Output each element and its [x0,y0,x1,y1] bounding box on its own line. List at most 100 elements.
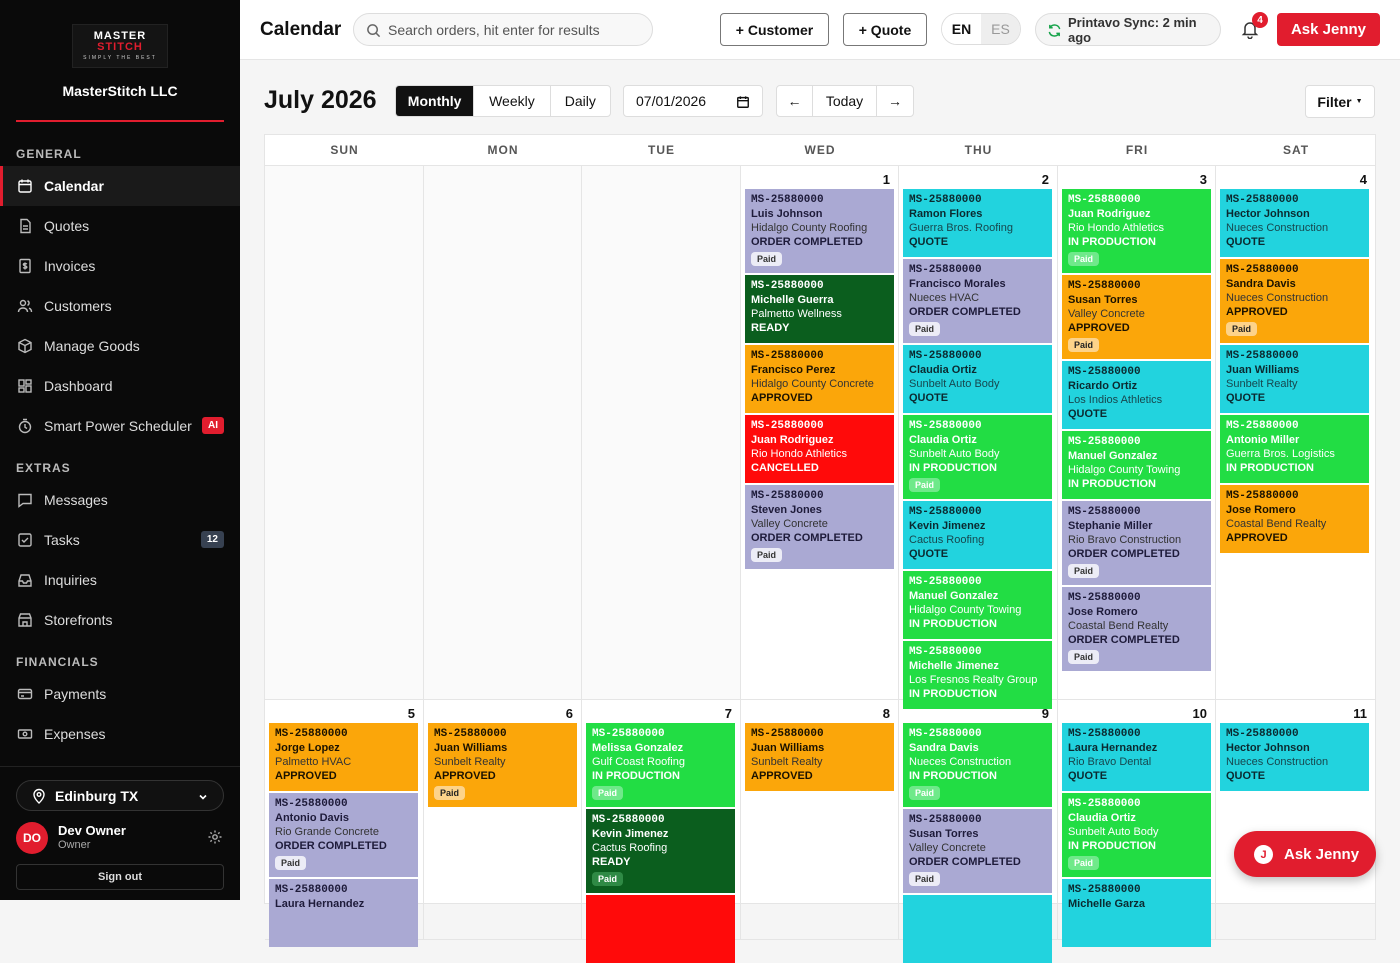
day-cell[interactable]: 9 MS-25880000 Sandra Davis Nueces Construct… [899,700,1058,963]
calendar-picker-icon[interactable] [736,95,750,109]
day-cell[interactable]: 6 MS-25880000 Juan Williams Sunbelt Realty A… [424,700,582,940]
event-card[interactable]: MS-25880000 Michelle Garza [1062,879,1211,947]
event-card[interactable]: MS-25880000 Hector Johnson Nueces Construc… [1220,189,1369,257]
date-input[interactable]: 07/01/2026 [623,85,763,117]
order-number: MS-25880000 [275,884,348,896]
language-toggle[interactable]: EN ES [941,13,1021,45]
search-input[interactable]: Search orders, hit enter for results [353,13,653,46]
event-card[interactable]: MS-25880000 Jorge Lopez Palmetto HVAC APPRO… [269,723,418,791]
event-card[interactable]: MS-25880000 Antonio Davis Rio Grande Concr… [269,793,418,877]
day-cell[interactable]: 8 MS-25880000 Juan Williams Sunbelt Realty A… [741,700,899,940]
location-select[interactable]: Edinburg TX [16,780,224,811]
sidebar-item-expenses[interactable]: Expenses [0,714,240,754]
view-monthly[interactable]: Monthly [396,86,475,116]
event-card[interactable]: MS-25880000 Sandra Davis Nueces Constructi… [903,723,1052,807]
event-card[interactable]: MS-25880000 Ricardo Ortiz Los Indios Athle… [1062,361,1211,429]
next-button[interactable]: → [877,86,913,116]
event-card[interactable]: MS-25880000 Steven Jones Valley Concrete OR… [745,485,894,569]
day-cell[interactable]: 10 MS-25880000 Laura Hernandez Rio Bravo De… [1058,700,1216,947]
sidebar-item-calendar[interactable]: Calendar [0,166,240,206]
event-card[interactable]: MS-25880000 Juan Williams Sunbelt Realty AP… [745,723,894,791]
event-card[interactable]: MS-25880000 Stephanie Miller Rio Bravo Con… [1062,501,1211,585]
lang-es[interactable]: ES [981,14,1020,44]
event-card[interactable]: MS-25880000 Juan Williams Sunbelt Realty AP… [428,723,577,807]
filter-button[interactable]: Filter ▼ [1305,85,1375,118]
view-weekly[interactable]: Weekly [474,86,551,116]
event-card[interactable]: MS-25880000 Manuel Gonzalez Hidalgo County… [1062,431,1211,499]
sidebar-item-smart-power-scheduler[interactable]: Smart Power Scheduler AI [0,406,240,446]
view-daily[interactable]: Daily [551,86,610,116]
event-card[interactable]: MS-25880000 Susan Torres Valley Concrete OR… [903,809,1052,893]
sync-status[interactable]: Printavo Sync: 2 min ago [1035,13,1221,46]
event-card[interactable]: MS-25880000 Kevin Jimenez Cactus Roofing QU… [903,501,1052,569]
sidebar-item-messages[interactable]: Messages [0,480,240,520]
status-label: QUOTE [1226,770,1266,782]
prev-button[interactable]: ← [777,86,813,116]
sidebar-item-customers[interactable]: Customers [0,286,240,326]
event-card[interactable]: MS-25880000 Juan Rodriguez Rio Hondo Athle… [745,415,894,483]
sidebar-item-payments[interactable]: Payments [0,674,240,714]
event-card[interactable] [903,895,1052,963]
day-cell[interactable]: 5 MS-25880000 Jorge Lopez Palmetto HVAC APPR… [265,700,424,947]
event-card[interactable]: MS-25880000 Michelle Jimenez Los Fresnos R… [903,641,1052,709]
day-cell[interactable]: 11 MS-25880000 Hector Johnson Nueces Constr… [1216,700,1376,940]
customer-name: Susan Torres [909,828,979,840]
event-card[interactable]: MS-25880000 Melissa Gonzalez Gulf Coast Ro… [586,723,735,807]
event-card[interactable] [586,895,735,963]
event-card[interactable]: MS-25880000 Ramon Flores Guerra Bros. Roof… [903,189,1052,257]
section-extras: EXTRAS [16,461,71,475]
invoice-icon [19,258,31,274]
sign-out-button[interactable]: Sign out [16,864,224,890]
ask-jenny-fab[interactable]: J Ask Jenny [1234,831,1376,877]
avatar[interactable]: DO [16,822,48,854]
sidebar-item-tasks[interactable]: Tasks 12 [0,520,240,560]
company-name: Los Fresnos Realty Group [909,674,1038,686]
today-button[interactable]: Today [813,86,877,116]
event-card[interactable]: MS-25880000 Laura Hernandez [269,879,418,947]
day-number: 7 [724,706,732,721]
event-card[interactable]: MS-25880000 Susan Torres Valley Concrete AP… [1062,275,1211,359]
event-card[interactable]: MS-25880000 Luis Johnson Hidalgo County Ro… [745,189,894,273]
day-cell[interactable]: 7 MS-25880000 Melissa Gonzalez Gulf Coast R… [582,700,741,963]
ask-jenny-button[interactable]: Ask Jenny [1277,13,1380,46]
users-icon [17,299,33,313]
event-card[interactable]: MS-25880000 Michelle Guerra Palmetto Welln… [745,275,894,343]
event-card[interactable]: MS-25880000 Manuel Gonzalez Hidalgo County… [903,571,1052,639]
event-card[interactable]: MS-25880000 Claudia Ortiz Sunbelt Auto Bod… [1062,793,1211,877]
paid-badge: Paid [751,252,783,266]
event-card[interactable]: MS-25880000 Francisco Perez Hidalgo County… [745,345,894,413]
event-card[interactable]: MS-25880000 Hector Johnson Nueces Construc… [1220,723,1369,791]
sidebar-item-dashboard[interactable]: Dashboard [0,366,240,406]
status-label: APPROVED [275,770,337,782]
gear-icon[interactable] [207,829,223,845]
paid-badge: Paid [592,872,624,886]
day-cell[interactable]: 1 MS-25880000 Luis Johnson Hidalgo County R… [741,166,899,700]
sidebar-item-manage-goods[interactable]: Manage Goods [0,326,240,366]
sidebar-item-inquiries[interactable]: Inquiries [0,560,240,600]
event-card[interactable]: MS-25880000 Kevin Jimenez Cactus Roofing RE… [586,809,735,893]
company-logo[interactable]: MASTER STITCH SIMPLY THE BEST [72,24,168,68]
company-name: Valley Concrete [909,842,986,854]
add-customer-button[interactable]: + Customer [720,13,829,46]
paid-badge: Paid [1068,856,1100,870]
event-card[interactable]: MS-25880000 Laura Hernandez Rio Bravo Dent… [1062,723,1211,791]
lang-en[interactable]: EN [942,14,981,44]
event-card[interactable]: MS-25880000 Sandra Davis Nueces Constructi… [1220,259,1369,343]
event-card[interactable]: MS-25880000 Jose Romero Coastal Bend Realt… [1062,587,1211,671]
event-card[interactable]: MS-25880000 Claudia Ortiz Sunbelt Auto Bod… [903,415,1052,499]
event-card[interactable]: MS-25880000 Jose Romero Coastal Bend Realt… [1220,485,1369,553]
event-card[interactable]: MS-25880000 Juan Williams Sunbelt Realty QU… [1220,345,1369,413]
event-card[interactable]: MS-25880000 Antonio Miller Guerra Bros. Lo… [1220,415,1369,483]
event-card[interactable]: MS-25880000 Juan Rodriguez Rio Hondo Athle… [1062,189,1211,273]
sidebar-item-quotes[interactable]: Quotes [0,206,240,246]
sidebar-item-invoices[interactable]: Invoices [0,246,240,286]
paid-badge: Paid [275,856,307,870]
add-quote-button[interactable]: + Quote [843,13,927,46]
day-cell[interactable]: 3 MS-25880000 Juan Rodriguez Rio Hondo Athl… [1058,166,1216,700]
sidebar-item-storefronts[interactable]: Storefronts [0,600,240,640]
event-card[interactable]: MS-25880000 Claudia Ortiz Sunbelt Auto Bod… [903,345,1052,413]
day-cell[interactable]: 2 MS-25880000 Ramon Flores Guerra Bros. Roo… [899,166,1058,709]
event-card[interactable]: MS-25880000 Francisco Morales Nueces HVAC O… [903,259,1052,343]
company-name: Cactus Roofing [592,842,668,854]
day-cell[interactable]: 4 MS-25880000 Hector Johnson Nueces Constru… [1216,166,1376,700]
